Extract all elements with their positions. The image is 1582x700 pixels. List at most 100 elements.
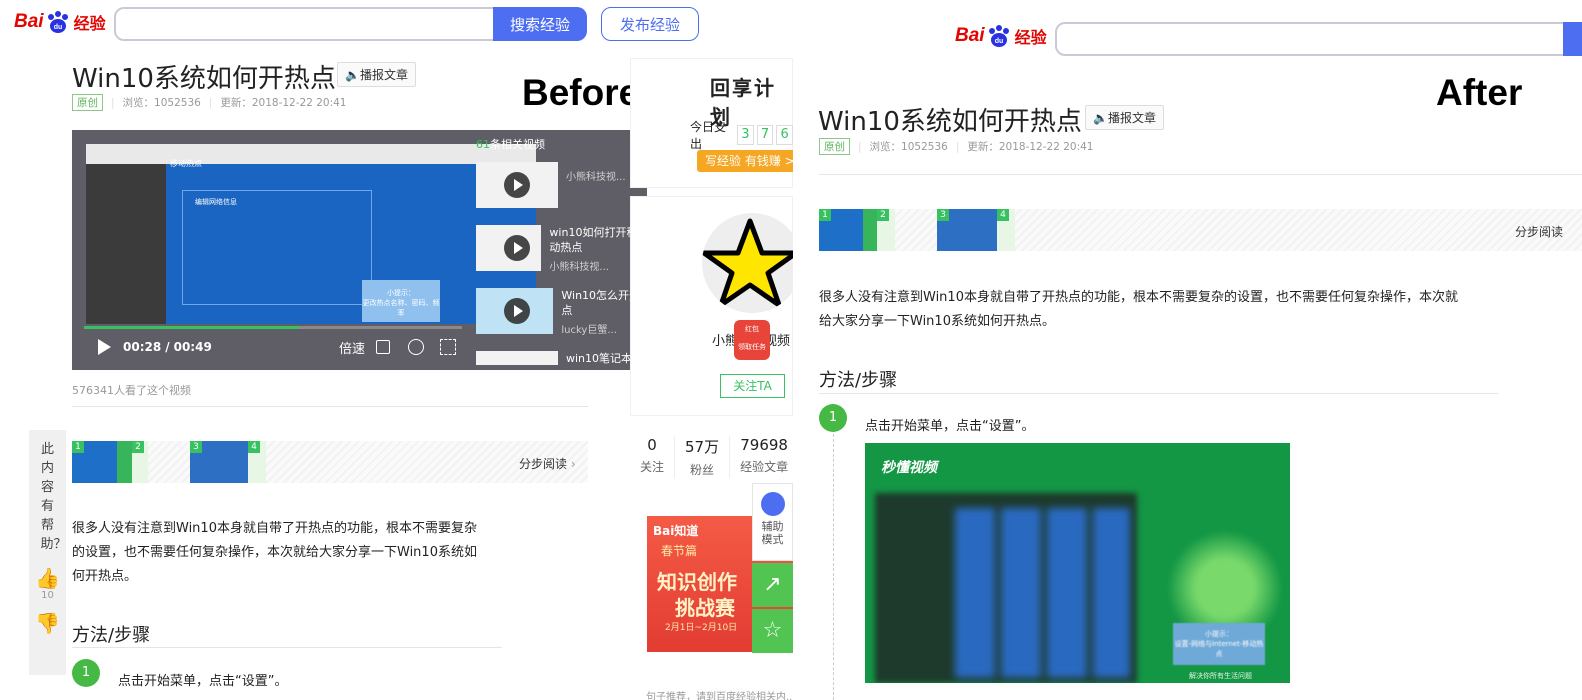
related-videos: 61条相关视频 小熊科技视... win10如何打开移动热点 小熊科技视... W…	[476, 136, 646, 372]
search-input[interactable]	[1055, 22, 1565, 56]
search-button[interactable]	[1563, 22, 1582, 56]
mute-icon[interactable]	[376, 340, 390, 354]
step-thumbnails-strip[interactable]: 1 2 3 4 分步阅读	[819, 209, 1582, 251]
speaker-icon: 🔈	[1093, 111, 1108, 125]
related-item-title: win10笔记本	[566, 352, 633, 365]
today-spend: 今日支出 3 7 6	[690, 118, 793, 152]
related-item[interactable]: 小熊科技视...	[476, 162, 646, 224]
step-number-badge: 1	[819, 404, 847, 432]
red-packet-badge[interactable]: 红包 领取任务	[734, 320, 770, 360]
accessibility-icon	[760, 492, 785, 516]
step-thumbnail[interactable]: 2	[132, 441, 148, 483]
logo-jingyan-text: 经验	[73, 14, 106, 33]
video-dialog-title: 编辑网络信息	[195, 198, 237, 206]
video-player[interactable]: 移动热点 编辑网络信息 小提示： 更改热点名称、密码、频率 00:28 / 00…	[72, 130, 647, 370]
thumbs-down-icon[interactable]: 👎	[29, 611, 66, 635]
stat-value: 57万	[685, 438, 720, 456]
report-label: 播报文章	[359, 68, 408, 82]
stat-label: 关注	[640, 460, 665, 474]
step-thumbnail-number: 1	[72, 441, 84, 453]
method-heading: 方法/步骤	[72, 625, 151, 646]
share-icon[interactable]: ↗	[752, 563, 793, 607]
divider	[819, 393, 1498, 394]
follow-button[interactable]: 关注TA	[720, 374, 785, 398]
intro-line: 何开热点。	[72, 569, 138, 584]
article-meta: 原创 | 浏览：1052536 | 更新：2018-12-22 20:41	[72, 94, 346, 111]
related-item-author: 小熊科技视...	[566, 172, 626, 183]
intro-line: 很多人没有注意到Win10本身就自带了开热点的功能，根本不需要复杂的设置，也不需…	[819, 290, 1458, 305]
step-thumbnail-number: 4	[997, 209, 1009, 221]
after-panel: Bai du 经验 After Win10系统如何开热点 🔈播报文章 原创 | …	[793, 0, 1582, 700]
stat-value: 0	[647, 436, 657, 454]
article-title: Win10系统如何开热点	[72, 64, 336, 94]
spend-digit: 3	[737, 125, 754, 145]
search-button[interactable]: 搜索经验	[493, 7, 587, 41]
video-progress-bar[interactable]	[84, 326, 462, 329]
speaker-icon: 🔈	[345, 68, 360, 82]
related-title: 条相关视频	[490, 138, 545, 151]
baidu-logo[interactable]: Bai du 经验	[14, 10, 106, 34]
sidebar-note: 句子推荐，请到百度经验相关内...	[646, 692, 793, 700]
speed-button[interactable]: 倍速	[339, 338, 365, 357]
stat-fans[interactable]: 57万粉丝	[675, 436, 731, 478]
stat-articles[interactable]: 79698 经验文章	[730, 436, 788, 478]
step-thumbnails-strip[interactable]: 1 2 3 4 分步阅读 ›	[72, 441, 588, 483]
paw-icon: du	[986, 24, 1012, 48]
related-item[interactable]: win10笔记本	[476, 351, 646, 371]
step-read-link[interactable]: 分步阅读	[1515, 223, 1563, 240]
report-article-button[interactable]: 🔈播报文章	[1085, 105, 1164, 130]
step-thumbnail[interactable]: 2	[877, 209, 895, 251]
stat-follow[interactable]: 0 关注	[630, 436, 676, 478]
video-screen-title: 移动热点	[170, 159, 202, 168]
step-read-link[interactable]: 分步阅读 ›	[519, 455, 576, 472]
video-tip: 小提示： 更改热点名称、密码、频率	[362, 280, 440, 322]
promo-brand: Bai知道	[653, 524, 699, 538]
play-icon[interactable]	[98, 339, 111, 355]
fullscreen-icon[interactable]	[440, 339, 456, 355]
step-thumbnail-number: 2	[877, 209, 889, 221]
step-screenshot[interactable]: 秒懂视频 小提示： 设置-网络与Internet-移动热点 解决你所有生活问题	[865, 443, 1290, 683]
logo-jingyan-text: 经验	[1014, 28, 1047, 47]
step-thumbnail[interactable]: 1	[72, 441, 132, 483]
screenshot-tip: 小提示： 设置-网络与Internet-移动热点	[1173, 623, 1265, 665]
red-packet-title: 红包	[745, 325, 759, 333]
article-meta: 原创 | 浏览：1052536 | 更新：2018-12-22 20:41	[819, 138, 1093, 155]
related-thumbnail	[476, 351, 558, 365]
step-thumbnail[interactable]: 1	[819, 209, 877, 251]
thumbs-up-icon[interactable]: 👍	[29, 566, 66, 590]
video-tip-text: 更改热点名称、密码、频率	[362, 299, 440, 317]
step-thumbnail[interactable]: 3	[937, 209, 997, 251]
settings-icon[interactable]	[408, 339, 424, 355]
floating-toolbar: 辅助模式 ↗ ☆	[752, 483, 793, 653]
intro-paragraph: 很多人没有注意到Win10本身就自带了开热点的功能，根本不需要复杂 的设置，也不…	[72, 517, 512, 589]
report-article-button[interactable]: 🔈播报文章	[337, 62, 416, 87]
method-heading: 方法/步骤	[819, 370, 898, 391]
step-number-badge: 1	[72, 659, 100, 687]
avatar[interactable]	[702, 213, 793, 313]
article-title: Win10系统如何开热点	[818, 107, 1082, 137]
related-item[interactable]: Win10怎么开热点 lucky巨蟹...	[476, 288, 646, 350]
step-thumbnail[interactable]: 4	[997, 209, 1015, 251]
screenshot-tip-title: 小提示：	[1205, 630, 1233, 638]
step-thumbnail[interactable]: 4	[248, 441, 266, 483]
helpful-feedback: 此内容有帮助？ 👍 10 👎	[29, 430, 67, 675]
stat-value: 79698	[740, 436, 788, 454]
publish-experience-button[interactable]: 发布经验	[601, 7, 699, 41]
play-icon	[504, 172, 530, 198]
related-item[interactable]: win10如何打开移动热点 小熊科技视...	[476, 225, 646, 287]
before-panel: Bai du 经验 搜索经验 发布经验 Before Win10系统如何开热点 …	[0, 0, 793, 700]
favorite-star-icon[interactable]: ☆	[752, 609, 793, 653]
search-input[interactable]	[114, 7, 495, 41]
stat-label: 粉丝	[690, 463, 715, 477]
write-earn-button[interactable]: 写经验 有钱赚 >	[697, 150, 793, 172]
assist-mode-button[interactable]: 辅助模式	[752, 483, 793, 561]
original-tag: 原创	[819, 138, 850, 155]
divider	[819, 174, 1582, 175]
step-thumbnail[interactable]: 3	[190, 441, 248, 483]
video-current-time: 00:28	[123, 340, 162, 354]
related-count: 61	[476, 138, 490, 151]
baidu-logo[interactable]: Bai du 经验	[955, 24, 1047, 48]
video-duration: 00:49	[173, 340, 212, 354]
start-tiles-blur	[955, 508, 1130, 678]
after-label: After	[1436, 72, 1523, 113]
